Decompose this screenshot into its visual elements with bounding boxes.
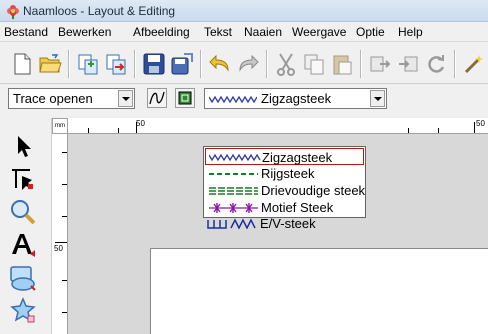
undo-icon[interactable] (208, 52, 232, 76)
new-document-icon[interactable] (10, 52, 34, 76)
fill-square-icon (178, 91, 192, 105)
zoom-icon[interactable] (8, 198, 38, 226)
main-toolbar (0, 42, 488, 84)
toolbar-separator (200, 50, 202, 78)
dropdown-item-label: Rijgsteek (261, 166, 315, 181)
receive-icon[interactable] (396, 52, 420, 76)
toolbar-separator (266, 50, 268, 78)
toolbar-separator (134, 50, 136, 78)
menu-bestand[interactable]: Bestand (4, 25, 48, 39)
app-flower-icon (7, 5, 19, 19)
stitch-type-value: Zigzagsteek (261, 91, 332, 106)
ruler-label: 50 (476, 119, 485, 128)
open-folder-icon[interactable] (38, 52, 62, 76)
chevron-down-icon[interactable] (370, 90, 385, 107)
redo-icon[interactable] (236, 52, 260, 76)
dropdown-item-drievoudige[interactable]: Drievoudige steek (205, 182, 366, 199)
dropdown-item-zigzag[interactable]: Zigzagsteek (205, 148, 364, 165)
wizard-icon[interactable] (462, 52, 486, 76)
triple-stitch-icon (209, 187, 258, 195)
menu-weergave[interactable]: Weergave (292, 25, 346, 39)
ruler-unit-corner: mm (52, 118, 68, 134)
trace-combo-value: Trace openen (13, 91, 93, 106)
running-stitch-icon (209, 173, 258, 175)
motif-stitch-icon (209, 203, 258, 213)
import-icon[interactable] (76, 52, 100, 76)
menu-help[interactable]: Help (398, 25, 423, 39)
ruler-label: 50 (54, 244, 63, 253)
export-icon[interactable] (104, 52, 128, 76)
menu-tekst[interactable]: Tekst (204, 25, 232, 39)
shape-tool-icon[interactable] (8, 264, 38, 292)
curve-icon (149, 91, 165, 105)
chevron-down-icon[interactable] (118, 90, 133, 107)
fill-tool-button[interactable] (175, 88, 195, 108)
ruler-label: 50 (136, 119, 145, 128)
dropdown-item-ev[interactable]: E/V-steek (204, 215, 364, 232)
toolbar-separator (454, 50, 456, 78)
menu-optie[interactable]: Optie (356, 25, 385, 39)
copy-icon[interactable] (302, 52, 326, 76)
cut-icon[interactable] (274, 52, 298, 76)
dropdown-item-rijgsteek[interactable]: Rijgsteek (205, 165, 364, 182)
dropdown-item-label: E/V-steek (260, 216, 316, 231)
rotate-icon[interactable] (424, 52, 448, 76)
toolbar-separator (360, 50, 362, 78)
design-page[interactable] (150, 248, 488, 334)
point-edit-icon[interactable] (8, 164, 38, 192)
trace-combo[interactable]: Trace openen (8, 88, 135, 109)
toolbar-separator (68, 50, 70, 78)
dropdown-item-label: Drievoudige steek (261, 183, 366, 198)
select-arrow-icon[interactable] (8, 132, 38, 160)
star-shape-icon[interactable] (8, 296, 38, 324)
horizontal-ruler: 50 50 (52, 118, 488, 134)
ev-stitch-icon (207, 218, 256, 229)
menu-bewerken[interactable]: Bewerken (58, 25, 111, 39)
window-title: Naamloos - Layout & Editing (23, 4, 176, 18)
save-as-icon[interactable] (170, 52, 194, 76)
stitch-type-combo[interactable]: Zigzagsteek (204, 88, 387, 109)
send-icon[interactable] (368, 52, 392, 76)
curve-tool-button[interactable] (147, 88, 167, 108)
text-tool-icon[interactable] (8, 230, 38, 258)
vertical-ruler: 50 (52, 134, 68, 334)
zigzag-stitch-icon (209, 95, 257, 104)
paste-icon[interactable] (330, 52, 354, 76)
stitch-type-dropdown: Zigzagsteek Rijgsteek Drievoudige steek … (203, 146, 366, 218)
menu-naaien[interactable]: Naaien (244, 25, 282, 39)
save-icon[interactable] (142, 52, 166, 76)
menu-afbeelding[interactable]: Afbeelding (133, 25, 190, 39)
menu-bar: Bestand Bewerken Afbeelding Tekst Naaien… (0, 22, 488, 42)
dropdown-item-label: Zigzagsteek (262, 150, 333, 165)
tool-palette (0, 118, 52, 334)
zigzag-stitch-icon (209, 153, 261, 162)
title-bar: Naamloos - Layout & Editing (0, 0, 488, 22)
dropdown-item-label: Motief Steek (261, 200, 334, 215)
dropdown-item-motief[interactable]: Motief Steek (205, 199, 364, 216)
